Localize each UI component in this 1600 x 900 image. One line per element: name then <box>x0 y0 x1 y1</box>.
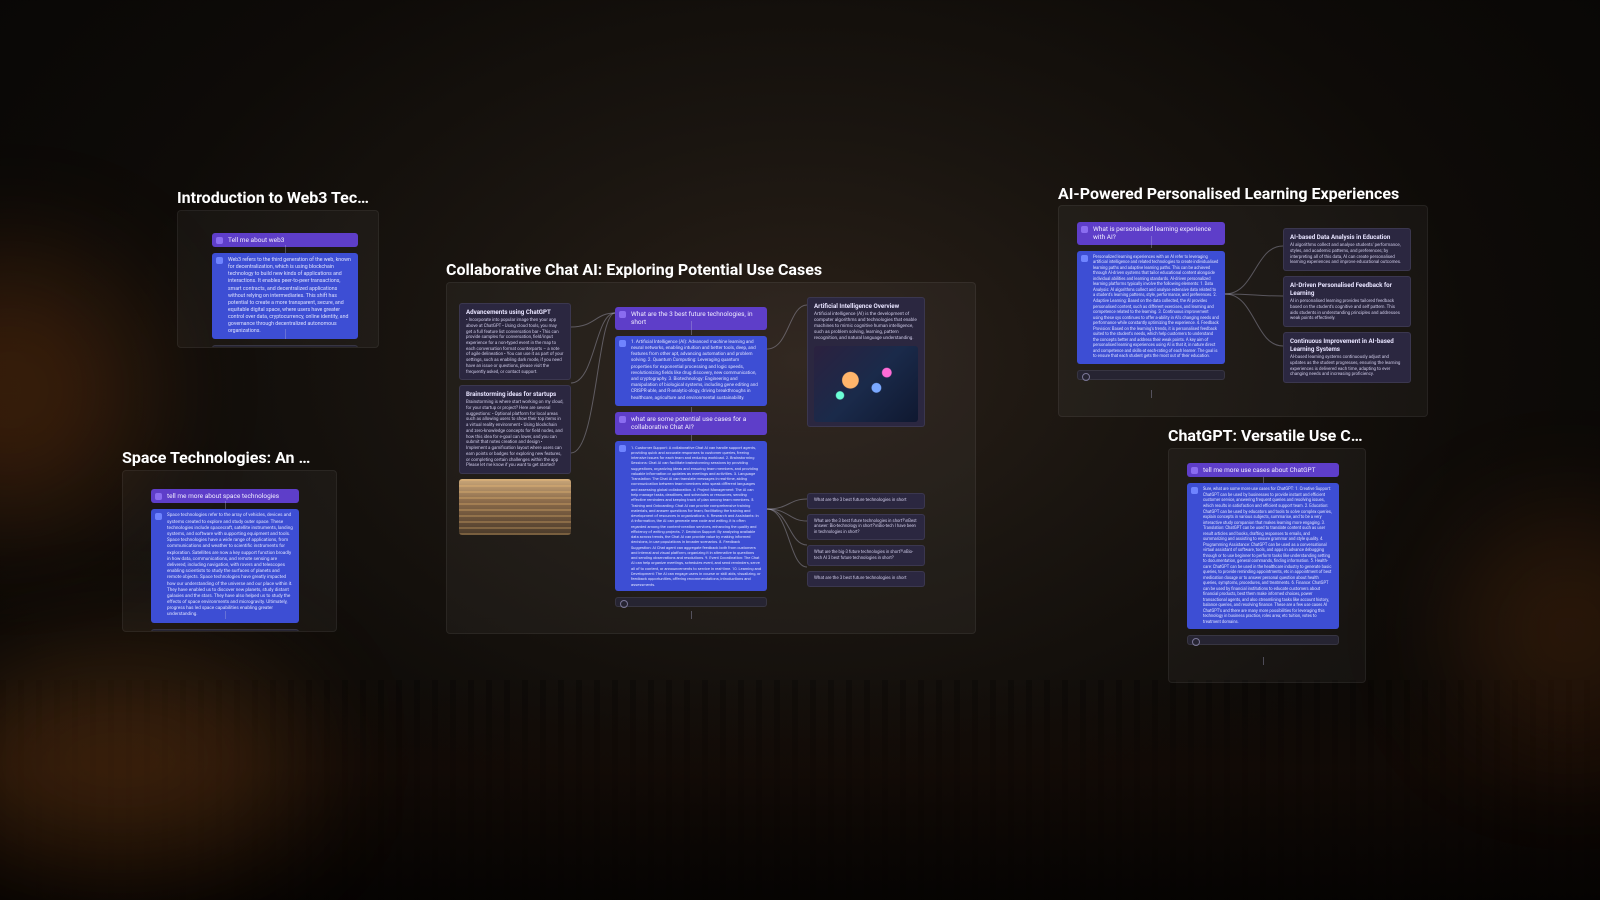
illustration-cityscape <box>459 479 571 535</box>
info-card-ai-overview: Artificial Intelligence Overview Artific… <box>807 297 925 427</box>
board-node-title-chatgpt[interactable]: ChatGPT: Versatile Use C… <box>1168 426 1378 445</box>
ai-answer: Web3 refers to the third generation of t… <box>212 253 358 338</box>
board-node-learning[interactable]: What is personalised learning experience… <box>1058 205 1428 417</box>
board-node-web3[interactable]: Tell me about web3 Web3 refers to the th… <box>177 210 379 348</box>
ai-answer: Space technologies refer to the array of… <box>151 509 299 622</box>
ai-answer: Personalized learning experiences with a… <box>1077 251 1225 364</box>
board-node-collab[interactable]: Advancements using ChatGPT • Incorporate… <box>446 282 976 634</box>
related-chip[interactable]: What are the 3 best future technologies … <box>807 493 925 509</box>
user-prompt: tell me more use cases about ChatGPT <box>1187 463 1339 477</box>
board-node-chatgpt[interactable]: tell me more use cases about ChatGPT Sur… <box>1168 448 1366 683</box>
info-card: AI-based Data Analysis in Education AI a… <box>1283 228 1411 271</box>
chat-input[interactable] <box>151 629 299 632</box>
chat-input[interactable] <box>1187 635 1339 645</box>
info-card-chatgpt-adv: Advancements using ChatGPT • Incorporate… <box>459 303 571 380</box>
board-node-space[interactable]: tell me more about space technologies Sp… <box>122 470 337 632</box>
board-node-title-web3[interactable]: Introduction to Web3 Tec… <box>177 188 379 207</box>
board-node-title-learning[interactable]: AI-Powered Personalised Learning Experie… <box>1058 184 1478 203</box>
board-node-title-collab[interactable]: Collaborative Chat AI: Exploring Potenti… <box>446 260 976 279</box>
info-card: Continuous Improvement in AI-based Learn… <box>1283 332 1411 383</box>
info-card: AI-Driven Personalised Feedback for Lear… <box>1283 276 1411 327</box>
chat-input[interactable] <box>615 597 767 607</box>
ai-answer: Sure, what are some more use cases for C… <box>1187 483 1339 629</box>
related-chip[interactable]: What are the 3 best future technologies … <box>807 514 925 540</box>
ai-answer: 1. Customer Support: A collaborative Cha… <box>615 441 767 591</box>
related-chip[interactable]: What are the 3 best future technologies … <box>807 571 925 587</box>
info-card-brainstorm: Brainstorming ideas for startups Brainst… <box>459 385 571 474</box>
board-node-title-space[interactable]: Space Technologies: An … <box>122 448 337 467</box>
illustration-ai-head <box>814 346 918 422</box>
user-prompt: what are some potential use cases for a … <box>615 412 767 435</box>
chat-input[interactable] <box>212 345 358 348</box>
chat-input[interactable] <box>1077 370 1225 380</box>
related-chip[interactable]: What are the big-3 future technologies i… <box>807 545 925 566</box>
ai-answer: 1. Artificial Intelligence (AI): Advance… <box>615 336 767 406</box>
